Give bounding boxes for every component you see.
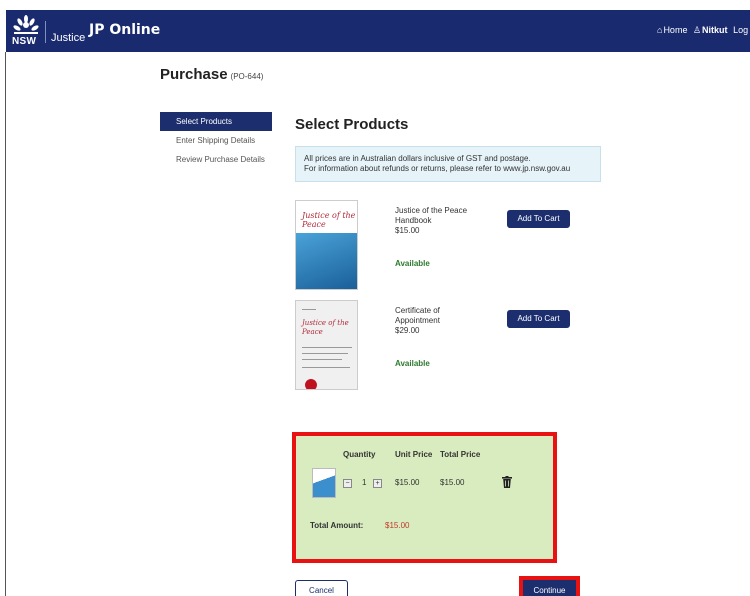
app-title[interactable]: JP Online: [89, 22, 160, 38]
product-card: Justice of the Peace Justice of the Peac…: [295, 200, 585, 292]
continue-button[interactable]: Continue: [523, 580, 576, 596]
quantity-decrement-button[interactable]: −: [343, 479, 352, 488]
continue-highlight: Continue: [519, 576, 580, 596]
product-availability: Available: [395, 359, 430, 368]
total-amount-value: $15.00: [385, 521, 410, 530]
product-image-certificate: Justice of the Peace: [295, 300, 358, 390]
step-review-purchase[interactable]: Review Purchase Details: [160, 150, 272, 169]
cart-header-total-price: Total Price: [440, 450, 481, 459]
trash-icon[interactable]: [502, 476, 512, 488]
page-title: Purchase (PO-644): [160, 66, 263, 83]
step-select-products[interactable]: Select Products: [160, 112, 272, 131]
cert-line: [302, 309, 316, 310]
product-name-text: Certificate of Appointment: [395, 306, 440, 325]
cart-header-quantity: Quantity: [343, 450, 376, 459]
nav-home-link[interactable]: Home: [663, 25, 687, 35]
section-title: Select Products: [295, 116, 409, 133]
top-nav: ⌂Home ♙Nitkut Log o: [657, 25, 750, 36]
total-amount-label: Total Amount:: [310, 521, 364, 530]
brand-justice: Justice: [51, 32, 86, 44]
product-availability: Available: [395, 259, 430, 268]
cancel-button[interactable]: Cancel: [295, 580, 348, 596]
thumb-cover-band: [296, 233, 357, 289]
cart-total-price: $15.00: [440, 478, 465, 487]
cert-line: [302, 347, 352, 348]
cart-summary: Quantity Unit Price Total Price − 1 + $1…: [292, 432, 557, 563]
product-card: Justice of the Peace Certificate of Appo…: [295, 300, 585, 392]
cart-item-thumbnail: [312, 468, 336, 498]
product-price: $15.00: [395, 226, 420, 235]
app-window: NSW Justice JP Online ⌂Home ♙Nitkut Log …: [0, 0, 750, 596]
thumb-title: Justice of the Peace: [302, 211, 356, 229]
quantity-increment-button[interactable]: +: [373, 479, 382, 488]
wizard-steps: Select Products Enter Shipping Details R…: [160, 112, 272, 169]
info-line-1: All prices are in Australian dollars inc…: [304, 154, 531, 163]
page-title-text: Purchase: [160, 66, 228, 83]
add-to-cart-button[interactable]: Add To Cart: [507, 310, 570, 328]
cert-line: [302, 367, 350, 368]
red-seal-icon: [305, 379, 317, 389]
thumb-title: Justice of the Peace: [302, 319, 349, 336]
user-icon: ♙: [692, 25, 702, 35]
cert-line: [302, 359, 342, 360]
home-icon: ⌂: [657, 25, 663, 35]
product-name-text: Justice of the Peace Handbook: [395, 206, 468, 225]
cert-line: [302, 353, 348, 354]
product-name: Justice of the Peace Handbook $15.00: [395, 206, 475, 236]
product-name: Certificate of Appointment $29.00: [395, 306, 475, 336]
add-to-cart-button[interactable]: Add To Cart: [507, 210, 570, 228]
cart-unit-price: $15.00: [395, 478, 420, 487]
header-divider: [45, 21, 46, 43]
purchase-order-code: (PO-644): [230, 72, 264, 81]
product-image-handbook: Justice of the Peace: [295, 200, 358, 290]
info-line-2: For information about refunds or returns…: [304, 164, 571, 173]
cart-header-unit-price: Unit Price: [395, 450, 433, 459]
cart-quantity: 1: [362, 478, 367, 487]
price-info-box: All prices are in Australian dollars inc…: [295, 146, 601, 182]
window-edge: [5, 52, 6, 596]
top-header: NSW Justice JP Online ⌂Home ♙Nitkut Log …: [6, 10, 750, 52]
nsw-logo-text: NSW: [12, 36, 37, 47]
product-price: $29.00: [395, 326, 420, 335]
step-enter-shipping[interactable]: Enter Shipping Details: [160, 131, 272, 150]
nav-logout-link[interactable]: Log o: [733, 25, 750, 35]
nav-user-link[interactable]: Nitkut: [702, 25, 728, 35]
